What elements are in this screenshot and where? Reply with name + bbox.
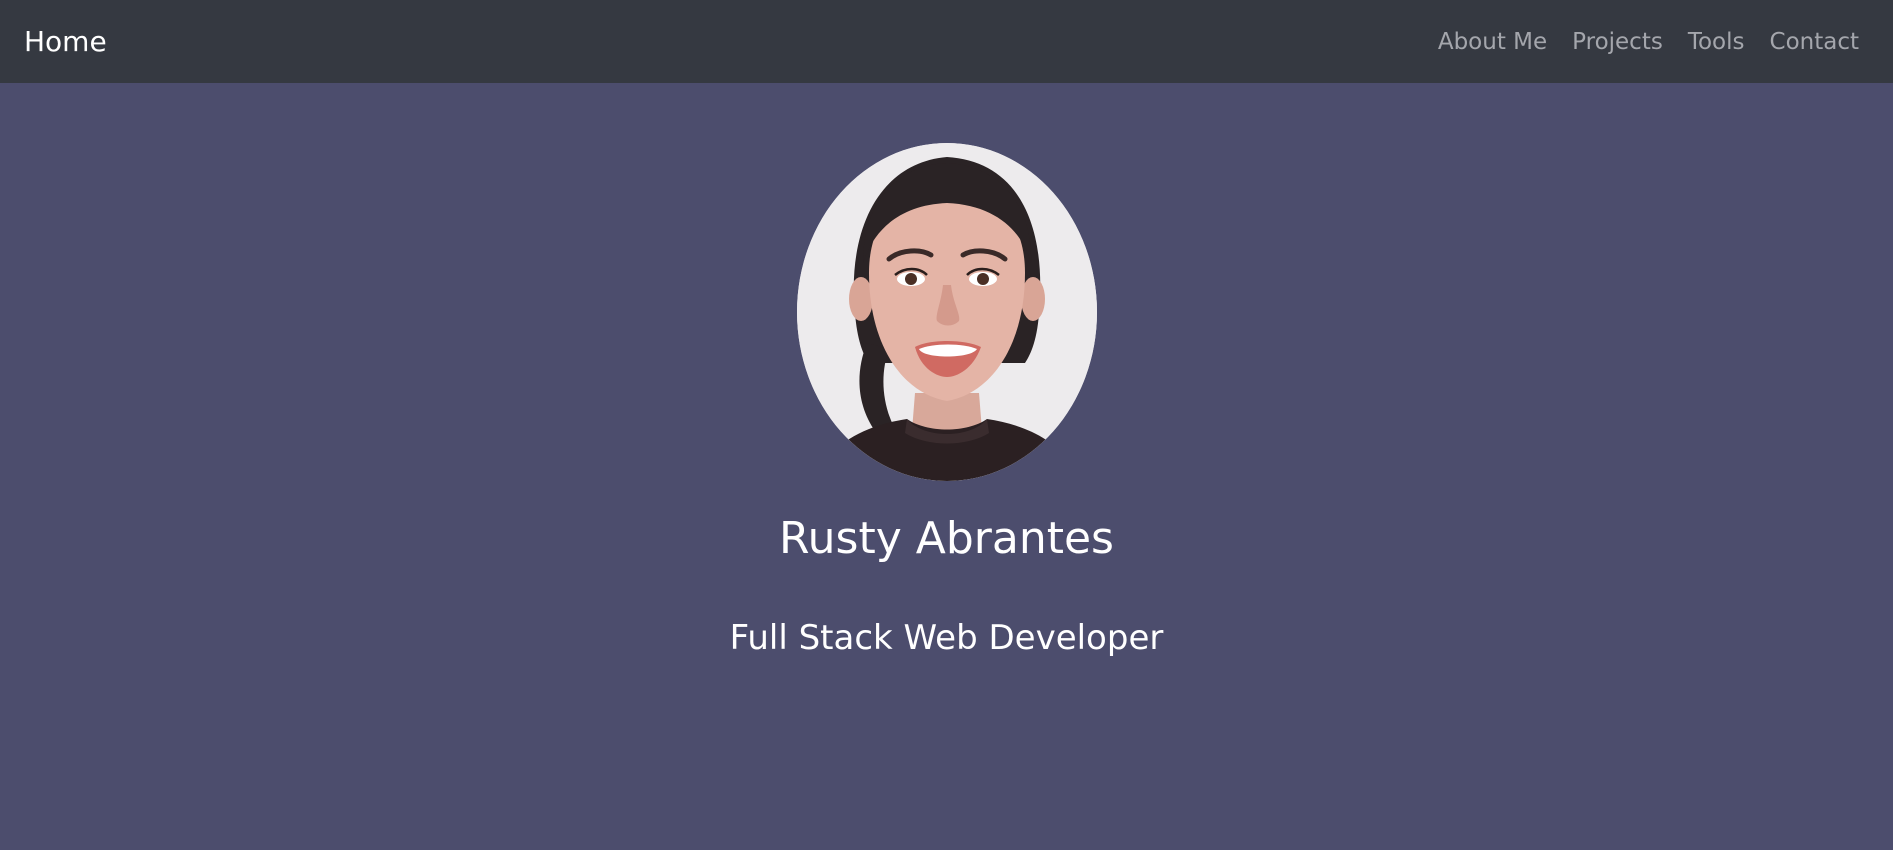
- navbar: Home About Me Projects Tools Contact: [0, 0, 1893, 83]
- profile-photo-illustration: [797, 143, 1097, 481]
- nav-link-contact[interactable]: Contact: [1770, 29, 1859, 55]
- profile-role: Full Stack Web Developer: [729, 618, 1164, 658]
- nav-link-tools[interactable]: Tools: [1688, 29, 1745, 55]
- nav-link-projects[interactable]: Projects: [1572, 29, 1663, 55]
- profile-name: Rusty Abrantes: [779, 513, 1114, 564]
- profile-avatar: [797, 143, 1097, 481]
- home-link[interactable]: Home: [24, 25, 107, 58]
- nav-links: About Me Projects Tools Contact: [1413, 29, 1859, 55]
- nav-link-about-me[interactable]: About Me: [1438, 29, 1547, 55]
- hero-section: Rusty Abrantes Full Stack Web Developer: [0, 83, 1893, 850]
